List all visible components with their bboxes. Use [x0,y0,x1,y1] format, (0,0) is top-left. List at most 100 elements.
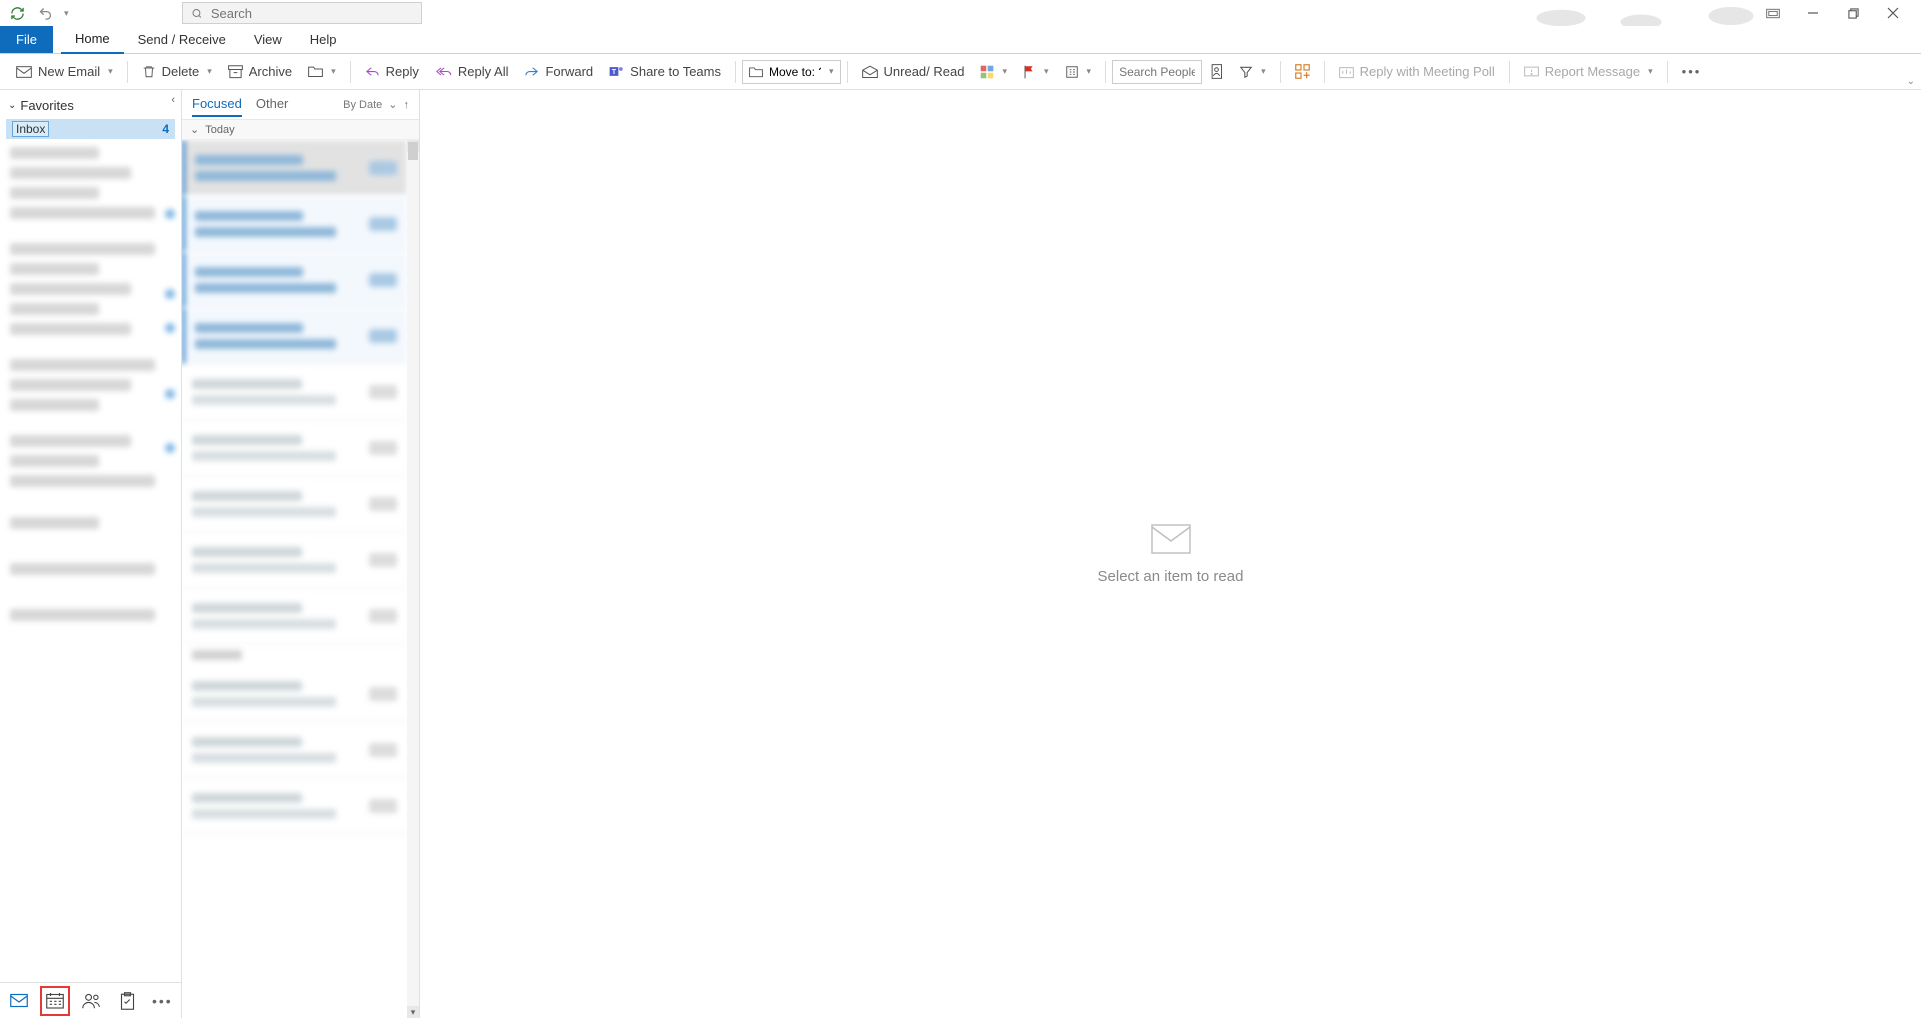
coming-soon-icon[interactable] [1753,0,1793,26]
tab-other[interactable]: Other [256,92,289,117]
unread-read-label: Unread/ Read [884,64,965,79]
message-item[interactable] [182,140,407,196]
message-item[interactable] [182,532,407,588]
calendar-nav-icon[interactable] [44,990,66,1012]
tab-home[interactable]: Home [61,26,124,54]
move-dropdown-button[interactable]: ▾ [300,58,344,86]
reply-all-icon [435,65,452,78]
sort-direction-icon[interactable]: ↑ [404,99,410,111]
filter-icon [1239,65,1253,79]
folder-move-icon [308,65,323,78]
chevron-down-icon: ⌄ [388,98,397,111]
qat-dropdown-icon[interactable]: ▾ [64,8,69,19]
collapse-ribbon-icon[interactable]: ⌄ [1907,76,1915,87]
tab-focused[interactable]: Focused [192,92,242,117]
collapse-pane-icon[interactable]: ‹ [171,94,175,106]
search-icon [191,7,203,20]
message-item[interactable] [182,588,407,644]
empty-state-text: Select an item to read [1098,568,1244,585]
message-list-pane: Focused Other By Date ⌄ ↑ ⌄ Today [182,90,420,1018]
chevron-down-icon[interactable]: ▾ [829,66,834,77]
sync-icon[interactable] [8,4,26,22]
share-teams-button[interactable]: T Share to Teams [601,58,729,86]
addin-button[interactable] [1287,58,1318,86]
folder-icon [749,66,763,78]
message-item[interactable] [182,252,407,308]
message-item[interactable] [182,420,407,476]
categories-icon [980,65,994,79]
ribbon-tabs: File Home Send / Receive View Help [0,26,1921,54]
more-nav-icon[interactable]: ••• [152,993,173,1009]
archive-label: Archive [249,64,292,79]
categorize-button[interactable]: ▾ [972,58,1015,86]
nav-bar: ••• [0,982,181,1018]
message-item[interactable] [182,476,407,532]
address-book-icon [1210,64,1223,79]
new-email-label: New Email [38,64,100,79]
report-message-button[interactable]: Report Message▾ [1516,58,1661,86]
search-people-input[interactable] [1112,60,1202,84]
message-item[interactable] [182,196,407,252]
date-group-today[interactable]: ⌄ Today [182,120,419,140]
move-to-combo[interactable]: ▾ [742,60,841,84]
message-item[interactable] [182,778,407,834]
tab-help[interactable]: Help [296,26,351,54]
message-item[interactable] [182,722,407,778]
inbox-count: 4 [162,122,169,136]
teams-icon: T [609,64,624,79]
poll-icon [1339,65,1354,79]
today-label: Today [205,124,234,136]
sort-button[interactable]: By Date ⌄ ↑ [343,98,409,111]
report-icon [1524,65,1539,78]
forward-button[interactable]: Forward [516,58,601,86]
envelope-icon [1151,524,1191,554]
delete-button[interactable]: Delete▾ [134,58,220,86]
tasks-nav-icon[interactable] [116,990,138,1012]
filter-button[interactable]: ▾ [1231,58,1274,86]
scroll-down-icon[interactable]: ▾ [407,1006,419,1018]
move-to-value[interactable] [769,65,821,79]
trash-icon [142,64,156,79]
reply-meeting-label: Reply with Meeting Poll [1360,64,1495,79]
tab-view[interactable]: View [240,26,296,54]
report-message-label: Report Message [1545,64,1640,79]
folder-pane: ‹ ⌄ Favorites Inbox 4 [0,90,182,1018]
reply-icon [365,65,380,78]
mail-icon [16,65,32,79]
favorites-header[interactable]: ⌄ Favorites [0,90,181,117]
maximize-button[interactable] [1833,0,1873,26]
message-item[interactable] [182,308,407,364]
redacted-messages [182,140,407,834]
search-input[interactable] [211,6,413,21]
redacted-folders [0,141,181,627]
address-book-button[interactable] [1202,58,1231,86]
archive-button[interactable]: Archive [220,58,300,86]
file-tab[interactable]: File [0,26,53,53]
unread-read-button[interactable]: Unread/ Read [854,58,973,86]
ribbon-toolbar: New Email▾ Delete▾ Archive ▾ Reply Reply… [0,54,1921,90]
reply-all-button[interactable]: Reply All [427,58,517,86]
message-scrollbar[interactable]: ▴ ▾ [407,140,419,1018]
close-button[interactable] [1873,0,1913,26]
message-item[interactable] [182,666,407,722]
more-commands-button[interactable]: ••• [1674,58,1710,86]
people-nav-icon[interactable] [80,990,102,1012]
flag-button[interactable]: ▾ [1015,58,1057,86]
undo-icon[interactable] [36,4,54,22]
addin-grid-icon [1295,64,1310,79]
new-email-button[interactable]: New Email▾ [8,58,121,86]
reply-meeting-poll-button[interactable]: Reply with Meeting Poll [1331,58,1503,86]
banner-graphic [1521,0,1781,26]
scroll-thumb[interactable] [408,142,418,160]
favorites-label: Favorites [20,98,73,113]
reply-button[interactable]: Reply [357,58,427,86]
minimize-button[interactable] [1793,0,1833,26]
folder-inbox[interactable]: Inbox 4 [6,119,175,139]
mail-nav-icon[interactable] [8,990,30,1012]
building-icon [1065,65,1079,79]
policy-button[interactable]: ▾ [1057,58,1100,86]
message-item[interactable] [182,364,407,420]
tab-send-receive[interactable]: Send / Receive [124,26,240,54]
search-box[interactable] [182,2,422,24]
delete-label: Delete [162,64,200,79]
